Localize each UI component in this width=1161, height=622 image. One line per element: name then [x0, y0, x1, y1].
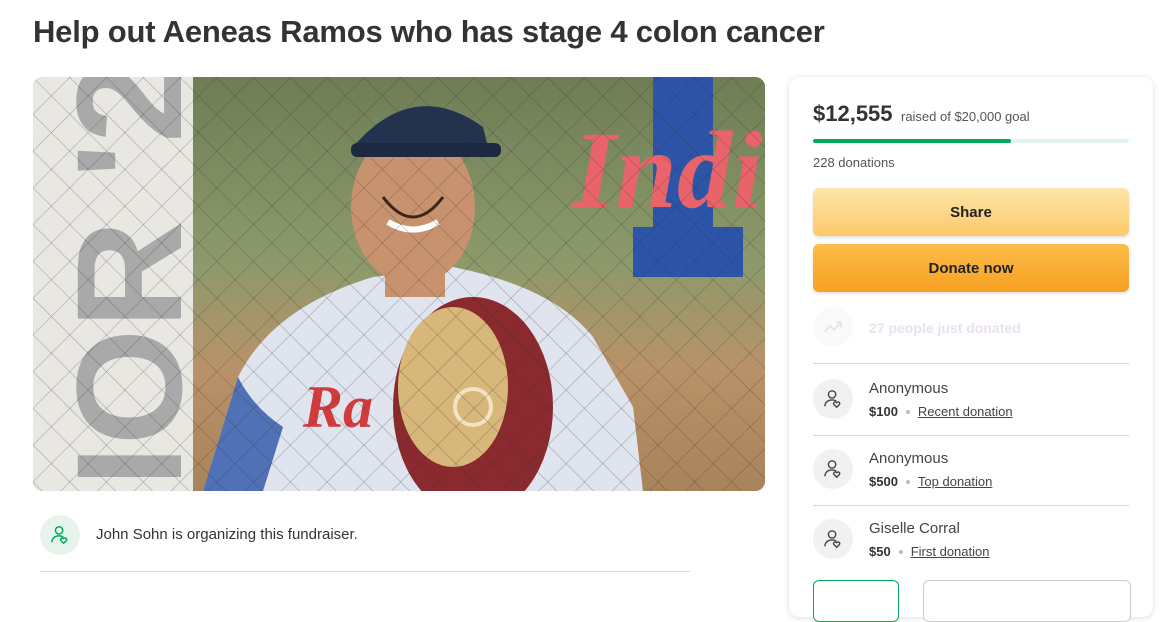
- organizer-text: John Sohn is organizing this fundraiser.: [96, 526, 358, 543]
- donor-row: Anonymous $500 Top donation: [813, 447, 1129, 495]
- amount-raised: $12,555: [813, 101, 893, 126]
- separator-dot: [905, 479, 910, 484]
- donor-amount: $500: [869, 474, 898, 489]
- see-all-button[interactable]: [813, 580, 899, 622]
- divider: [813, 363, 1129, 364]
- share-button[interactable]: Share: [813, 188, 1129, 236]
- divider: [813, 505, 1129, 506]
- separator-dot: [905, 409, 910, 414]
- top-donation-link[interactable]: Top donation: [918, 474, 992, 489]
- donor-meta: $500 Top donation: [869, 474, 992, 489]
- donor-row: Giselle Corral $50 First donation: [813, 517, 1129, 565]
- donor-name: Anonymous: [869, 380, 949, 397]
- see-top-button[interactable]: [923, 580, 1131, 622]
- recent-donation-link[interactable]: Recent donation: [918, 404, 1013, 419]
- goal-text: raised of $20,000 goal: [900, 109, 1030, 124]
- organizer-row: John Sohn is organizing this fundraiser.: [40, 514, 690, 556]
- amount-raised-row: $12,555 raised of $20,000 goal: [813, 101, 1030, 127]
- donate-now-button[interactable]: Donate now: [813, 244, 1129, 292]
- fundraiser-hero-image: IOR '22 Indi Ra: [33, 77, 765, 491]
- donor-row: Anonymous $100 Recent donation: [813, 377, 1129, 425]
- donor-name: Giselle Corral: [869, 520, 960, 537]
- donor-name: Anonymous: [869, 450, 949, 467]
- separator-dot: [898, 549, 903, 554]
- recent-activity-text: 27 people just donated: [869, 320, 1021, 336]
- page-title: Help out Aeneas Ramos who has stage 4 co…: [33, 14, 825, 49]
- donation-sidebar: $12,555 raised of $20,000 goal 228 donat…: [789, 77, 1153, 622]
- donor-meta: $50 First donation: [869, 544, 989, 559]
- divider: [40, 571, 690, 572]
- progress-fill: [813, 139, 1012, 143]
- user-heart-icon: [813, 449, 853, 489]
- user-heart-icon: [813, 519, 853, 559]
- first-donation-link[interactable]: First donation: [911, 544, 990, 559]
- user-heart-icon: [813, 379, 853, 419]
- user-heart-icon: [40, 515, 80, 555]
- donor-amount: $50: [869, 544, 891, 559]
- trending-up-icon: [813, 307, 853, 347]
- donations-count: 228 donations: [813, 155, 895, 170]
- divider: [813, 435, 1129, 436]
- donor-meta: $100 Recent donation: [869, 404, 1013, 419]
- donor-amount: $100: [869, 404, 898, 419]
- recent-activity-row: 27 people just donated: [813, 307, 1129, 349]
- progress-bar: [813, 139, 1129, 143]
